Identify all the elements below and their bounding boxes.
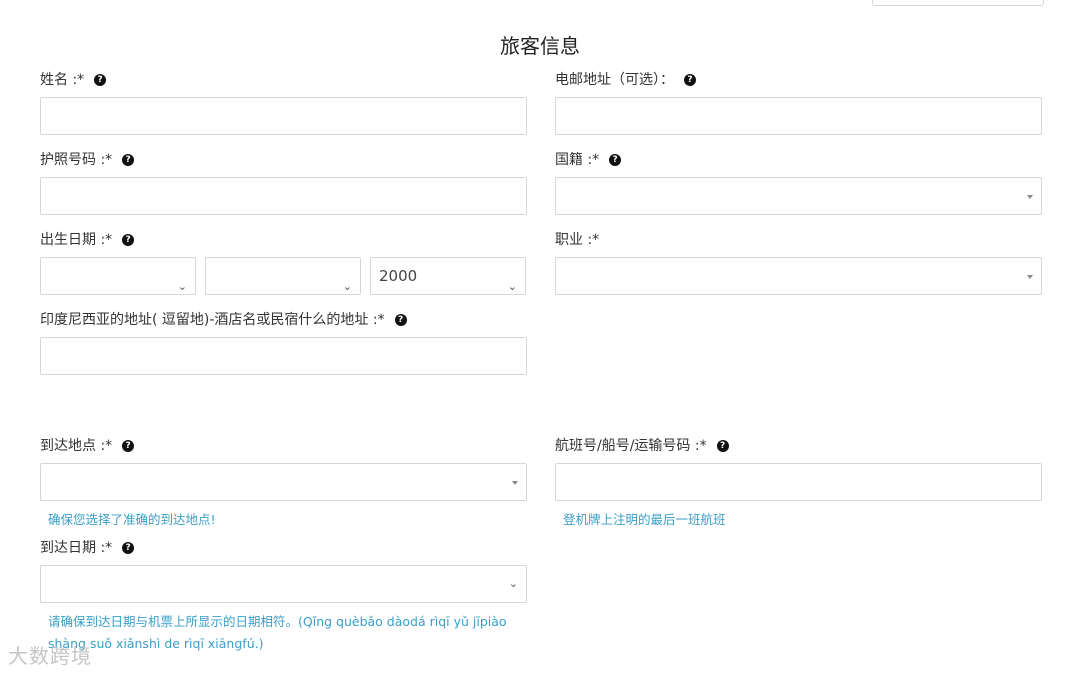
- dob-label: 出生日期 :*: [40, 232, 113, 248]
- arrival-place-select[interactable]: [40, 463, 527, 501]
- dob-month-select[interactable]: ⌄: [205, 257, 361, 295]
- passport-label: 护照号码 :*: [40, 152, 113, 168]
- form-title: 旅客信息: [500, 34, 580, 58]
- question-circle-icon[interactable]: ?: [716, 440, 729, 452]
- chevron-down-icon: ⌄: [342, 280, 352, 293]
- dob-day-select[interactable]: ⌄: [40, 257, 196, 295]
- dob-field-group: 出生日期 :* ? ⌄ ⌄ 2000 ⌄: [40, 230, 527, 295]
- arrival-place-field-group: 到达地点 :* ? 确保您选择了准确的到达地点!: [40, 436, 527, 531]
- top-input-partial[interactable]: [872, 0, 1044, 6]
- passport-input[interactable]: [40, 177, 527, 215]
- passport-field-group: 护照号码 :* ?: [40, 150, 527, 215]
- email-label: 电邮地址（可选）：: [555, 72, 674, 88]
- arrival-date-field-group: 到达日期 :* ? ⌄ 请确保到达日期与机票上所显示的日期相符。(Qǐng qu…: [40, 538, 527, 655]
- caret-down-icon: [1027, 195, 1033, 199]
- address-label: 印度尼西亚的地址( 逗留地)-酒店名或民宿什么的地址 :*: [40, 312, 385, 328]
- question-circle-icon[interactable]: ?: [122, 154, 135, 166]
- email-input[interactable]: [555, 97, 1042, 135]
- flight-input[interactable]: [555, 463, 1042, 501]
- question-circle-icon[interactable]: ?: [122, 234, 135, 246]
- address-field-group: 印度尼西亚的地址( 逗留地)-酒店名或民宿什么的地址 :* ?: [40, 310, 527, 375]
- watermark-logo: 大数跨境: [8, 644, 92, 668]
- email-field-group: 电邮地址（可选）： ?: [555, 70, 1042, 135]
- occupation-label: 职业 :*: [555, 232, 600, 248]
- question-circle-icon[interactable]: ?: [684, 74, 696, 86]
- name-input[interactable]: [40, 97, 527, 135]
- flight-label: 航班号/船号/运输号码 :*: [555, 438, 707, 454]
- dob-year-select[interactable]: 2000 ⌄: [370, 257, 526, 295]
- arrival-date-select[interactable]: ⌄: [40, 565, 527, 603]
- chevron-down-icon: ⌄: [177, 280, 187, 293]
- question-circle-icon[interactable]: ?: [122, 542, 135, 554]
- question-circle-icon[interactable]: ?: [609, 154, 622, 166]
- question-circle-icon[interactable]: ?: [394, 314, 407, 326]
- arrival-place-note: 确保您选择了准确的到达地点!: [48, 512, 216, 527]
- flight-note: 登机牌上注明的最后一班航班: [563, 512, 726, 527]
- occupation-field-group: 职业 :*: [555, 230, 1042, 295]
- flight-field-group: 航班号/船号/运输号码 :* ? 登机牌上注明的最后一班航班: [555, 436, 1042, 531]
- arrival-date-label: 到达日期 :*: [40, 540, 113, 556]
- address-input[interactable]: [40, 337, 527, 375]
- caret-down-icon: [512, 481, 518, 485]
- nationality-label: 国籍 :*: [555, 152, 600, 168]
- dob-year-value: 2000: [379, 267, 418, 285]
- arrival-date-note: 请确保到达日期与机票上所显示的日期相符。(Qǐng quèbǎo dàodá r…: [48, 614, 507, 651]
- name-field-group: 姓名 :* ?: [40, 70, 527, 135]
- occupation-select[interactable]: [555, 257, 1042, 295]
- nationality-select[interactable]: [555, 177, 1042, 215]
- nationality-field-group: 国籍 :* ?: [555, 150, 1042, 215]
- question-circle-icon[interactable]: ?: [122, 440, 135, 452]
- caret-down-icon: [1027, 275, 1033, 279]
- question-circle-icon[interactable]: ?: [94, 74, 107, 86]
- chevron-down-icon: ⌄: [508, 577, 518, 590]
- chevron-down-icon: ⌄: [507, 280, 517, 293]
- arrival-place-label: 到达地点 :*: [40, 438, 113, 454]
- name-label: 姓名 :*: [40, 72, 85, 88]
